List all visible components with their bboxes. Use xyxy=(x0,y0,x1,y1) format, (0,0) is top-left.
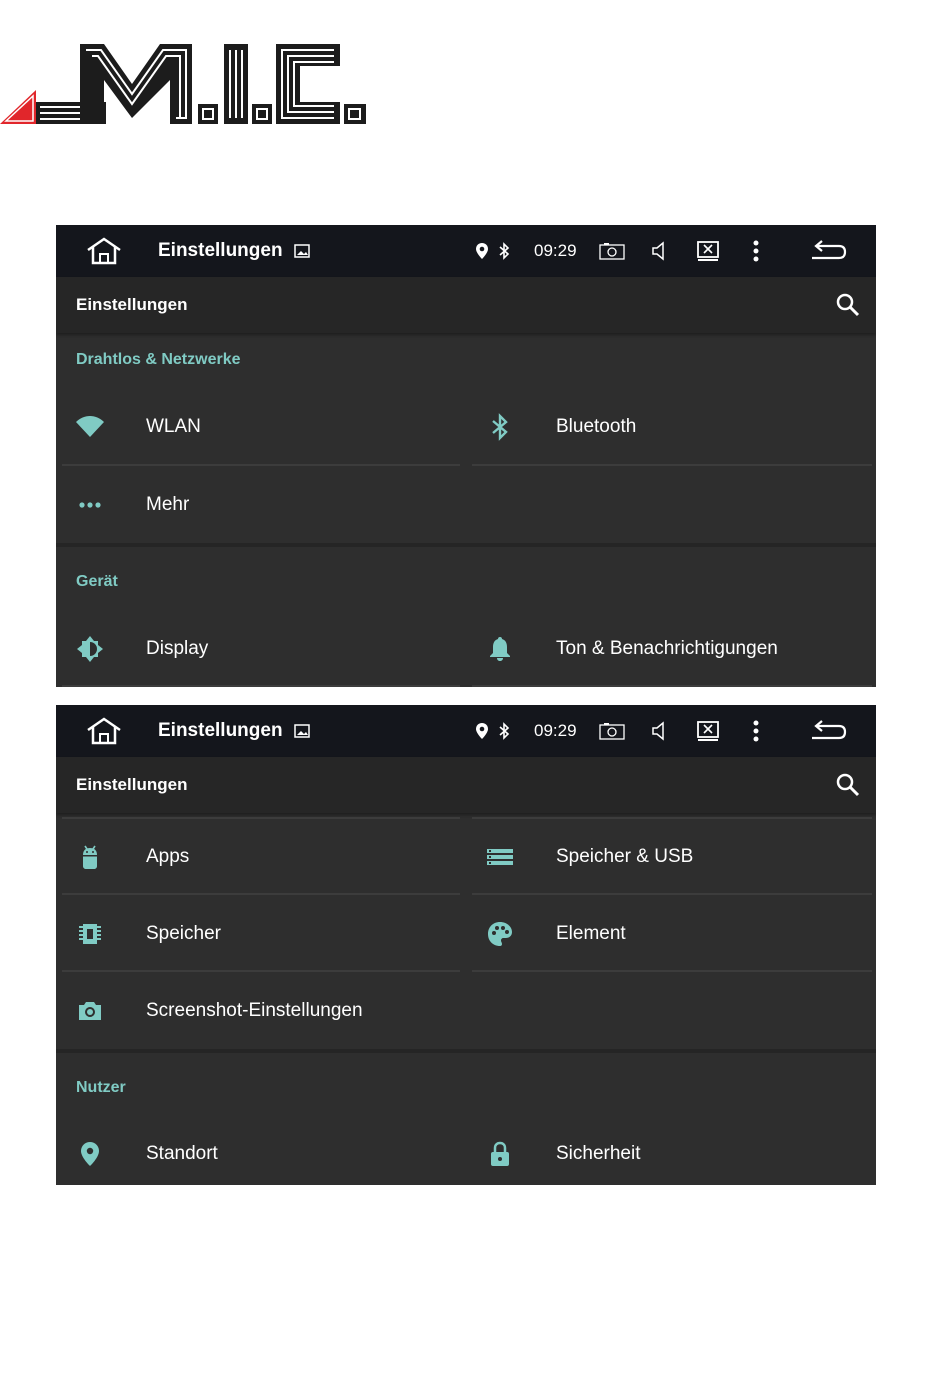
home-button[interactable] xyxy=(84,705,124,757)
camera-icon xyxy=(79,1002,101,1020)
section-header: Nutzer xyxy=(76,1079,126,1096)
settings-item-label: Apps xyxy=(146,846,190,867)
window-close-icon xyxy=(697,721,719,741)
speaker-icon xyxy=(652,721,664,741)
settings-item-label: Screenshot-Einstellungen xyxy=(146,1000,363,1021)
page-title: Einstellungen xyxy=(76,775,188,794)
settings-item-storage-usb[interactable]: Speicher & USB xyxy=(474,819,872,895)
settings-item-display[interactable]: Display xyxy=(64,611,462,687)
status-title: Einstellungen xyxy=(158,720,283,741)
search-button[interactable] xyxy=(834,771,862,799)
section-header: Drahtlos & Netzwerke xyxy=(76,351,241,368)
bluetooth-status-icon xyxy=(496,705,512,757)
app-bar: Einstellungen xyxy=(56,277,876,333)
wifi-icon xyxy=(76,416,104,437)
settings-item-security[interactable]: Sicherheit xyxy=(474,1116,872,1185)
mic-logo xyxy=(0,44,366,124)
close-window-button[interactable] xyxy=(694,225,722,277)
bluetooth-icon xyxy=(492,413,508,441)
location-status-icon xyxy=(474,225,490,277)
settings-item-label: Element xyxy=(556,923,626,944)
home-icon xyxy=(87,717,121,745)
lock-icon xyxy=(491,1141,509,1166)
volume-button[interactable] xyxy=(648,705,672,757)
settings-item-label: Speicher xyxy=(146,923,221,944)
divider xyxy=(62,685,460,687)
settings-item-label: Ton & Benachrichtigungen xyxy=(556,638,778,659)
camera-outline-icon xyxy=(599,243,625,260)
status-title: Einstellungen xyxy=(158,240,283,261)
status-bar: Einstellungen 09:29 xyxy=(56,225,876,277)
home-icon xyxy=(87,237,121,265)
storage-icon xyxy=(487,849,513,865)
screenshot-button[interactable] xyxy=(598,225,626,277)
brightness-icon xyxy=(77,636,103,662)
divider xyxy=(472,685,872,687)
settings-item-apps[interactable]: Apps xyxy=(64,819,462,895)
settings-item-bluetooth[interactable]: Bluetooth xyxy=(474,389,872,465)
more-vert-icon xyxy=(753,240,759,262)
settings-item-wlan[interactable]: WLAN xyxy=(64,389,462,465)
divider xyxy=(472,464,872,466)
android-icon xyxy=(83,845,97,869)
location-pin-icon xyxy=(81,1142,99,1166)
divider xyxy=(472,893,872,895)
back-button[interactable] xyxy=(808,225,848,277)
search-icon xyxy=(836,293,860,317)
settings-item-label: Bluetooth xyxy=(556,416,637,437)
palette-icon xyxy=(488,922,512,946)
back-button[interactable] xyxy=(808,705,848,757)
home-button[interactable] xyxy=(84,225,124,277)
settings-item-location[interactable]: Standort xyxy=(64,1116,462,1185)
back-arrow-icon xyxy=(812,720,847,740)
settings-item-element[interactable]: Element xyxy=(474,896,872,972)
settings-item-label: Display xyxy=(146,638,209,659)
overflow-menu-button[interactable] xyxy=(746,225,766,277)
image-notification-icon xyxy=(292,225,312,277)
divider xyxy=(62,893,460,895)
settings-item-sound[interactable]: Ton & Benachrichtigungen xyxy=(474,611,872,687)
memory-chip-icon xyxy=(79,924,101,944)
clock: 09:29 xyxy=(534,241,577,260)
app-bar: Einstellungen xyxy=(56,757,876,813)
volume-button[interactable] xyxy=(648,225,672,277)
section-gap xyxy=(56,543,876,547)
section-gap xyxy=(56,1049,876,1053)
settings-item-screenshot[interactable]: Screenshot-Einstellungen xyxy=(64,973,462,1049)
settings-item-mehr[interactable]: Mehr xyxy=(64,467,462,543)
settings-item-label: Speicher & USB xyxy=(556,846,694,867)
settings-item-memory[interactable]: Speicher xyxy=(64,896,462,972)
divider xyxy=(62,464,460,466)
bell-icon xyxy=(490,637,510,661)
settings-item-label: Standort xyxy=(146,1143,218,1164)
page-title: Einstellungen xyxy=(76,295,188,314)
window-close-icon xyxy=(697,241,719,261)
overflow-menu-button[interactable] xyxy=(746,705,766,757)
back-arrow-icon xyxy=(812,240,847,260)
screenshot-button[interactable] xyxy=(598,705,626,757)
status-bar: Einstellungen 09:29 xyxy=(56,705,876,757)
settings-screen-1: Einstellungen 09:29 Einstellungen Drahtl… xyxy=(56,225,876,687)
camera-outline-icon xyxy=(599,723,625,740)
settings-item-label: Sicherheit xyxy=(556,1143,641,1164)
divider xyxy=(62,970,460,972)
settings-screen-2: Einstellungen 09:29 Einstellungen Apps S… xyxy=(56,705,876,1185)
settings-item-label: Mehr xyxy=(146,494,190,515)
clock: 09:29 xyxy=(534,721,577,740)
speaker-icon xyxy=(652,241,664,261)
divider xyxy=(472,970,872,972)
close-window-button[interactable] xyxy=(694,705,722,757)
settings-item-label: WLAN xyxy=(146,416,201,437)
more-dots-icon xyxy=(79,502,101,508)
image-notification-icon xyxy=(292,705,312,757)
section-header: Gerät xyxy=(76,573,118,590)
more-vert-icon xyxy=(753,720,759,742)
location-status-icon xyxy=(474,705,490,757)
search-button[interactable] xyxy=(834,291,862,319)
search-icon xyxy=(836,773,860,797)
bluetooth-status-icon xyxy=(496,225,512,277)
